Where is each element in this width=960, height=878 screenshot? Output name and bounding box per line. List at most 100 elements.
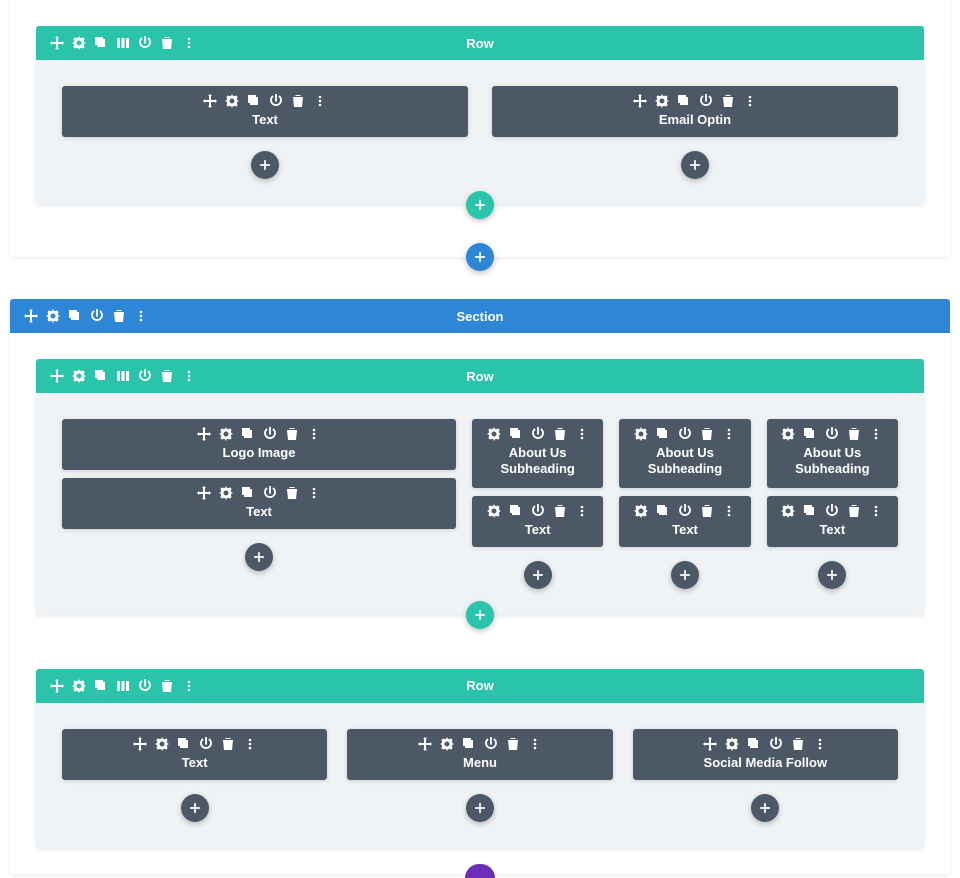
trash-icon[interactable]	[285, 427, 299, 441]
menu-icon[interactable]	[182, 369, 196, 383]
menu-icon[interactable]	[134, 309, 148, 323]
module-text[interactable]: Text	[62, 86, 468, 137]
chevron-up-icon[interactable]	[910, 36, 924, 50]
module-social-media-follow[interactable]: Social Media Follow	[633, 729, 898, 780]
trash-icon[interactable]	[700, 427, 714, 441]
trash-icon[interactable]	[791, 737, 805, 751]
move-icon[interactable]	[24, 309, 38, 323]
gear-icon[interactable]	[487, 504, 501, 518]
gear-icon[interactable]	[781, 504, 795, 518]
menu-icon[interactable]	[722, 504, 736, 518]
menu-icon[interactable]	[813, 737, 827, 751]
row-header[interactable]: Row	[36, 26, 924, 60]
gear-icon[interactable]	[219, 427, 233, 441]
power-icon[interactable]	[678, 427, 692, 441]
duplicate-icon[interactable]	[68, 309, 82, 323]
gear-icon[interactable]	[219, 486, 233, 500]
trash-icon[interactable]	[160, 369, 174, 383]
duplicate-icon[interactable]	[803, 504, 817, 518]
menu-icon[interactable]	[182, 679, 196, 693]
module-text[interactable]: Text	[767, 496, 898, 547]
power-icon[interactable]	[138, 36, 152, 50]
power-icon[interactable]	[138, 679, 152, 693]
module-logo-image[interactable]: Logo Image	[62, 419, 456, 470]
duplicate-icon[interactable]	[462, 737, 476, 751]
gear-icon[interactable]	[72, 679, 86, 693]
gear-icon[interactable]	[440, 737, 454, 751]
duplicate-icon[interactable]	[656, 427, 670, 441]
row-header[interactable]: Row	[36, 669, 924, 703]
menu-icon[interactable]	[722, 427, 736, 441]
menu-icon[interactable]	[307, 427, 321, 441]
add-row-button[interactable]	[466, 191, 494, 219]
fab-peek[interactable]	[465, 864, 495, 878]
add-module-button[interactable]	[181, 794, 209, 822]
duplicate-icon[interactable]	[94, 36, 108, 50]
chevron-up-icon[interactable]	[910, 369, 924, 383]
move-icon[interactable]	[50, 679, 64, 693]
trash-icon[interactable]	[285, 486, 299, 500]
columns-icon[interactable]	[116, 36, 130, 50]
module-email-optin[interactable]: Email Optin	[492, 86, 898, 137]
module-text[interactable]: Text	[619, 496, 750, 547]
trash-icon[interactable]	[553, 427, 567, 441]
menu-icon[interactable]	[313, 94, 327, 108]
duplicate-icon[interactable]	[803, 427, 817, 441]
power-icon[interactable]	[825, 504, 839, 518]
gear-icon[interactable]	[487, 427, 501, 441]
menu-icon[interactable]	[575, 504, 589, 518]
add-module-button[interactable]	[671, 561, 699, 589]
move-icon[interactable]	[633, 94, 647, 108]
duplicate-icon[interactable]	[747, 737, 761, 751]
add-module-button[interactable]	[751, 794, 779, 822]
move-icon[interactable]	[50, 369, 64, 383]
power-icon[interactable]	[199, 737, 213, 751]
duplicate-icon[interactable]	[677, 94, 691, 108]
power-icon[interactable]	[263, 427, 277, 441]
duplicate-icon[interactable]	[94, 369, 108, 383]
trash-icon[interactable]	[112, 309, 126, 323]
trash-icon[interactable]	[721, 94, 735, 108]
gear-icon[interactable]	[155, 737, 169, 751]
module-text[interactable]: Text	[472, 496, 603, 547]
power-icon[interactable]	[678, 504, 692, 518]
add-section-button[interactable]	[466, 243, 494, 271]
duplicate-icon[interactable]	[241, 427, 255, 441]
gear-icon[interactable]	[655, 94, 669, 108]
add-row-button[interactable]	[466, 601, 494, 629]
add-module-button[interactable]	[245, 543, 273, 571]
row-header[interactable]: Row	[36, 359, 924, 393]
gear-icon[interactable]	[634, 504, 648, 518]
gear-icon[interactable]	[46, 309, 60, 323]
module-about-us-subheading[interactable]: About UsSubheading	[472, 419, 603, 488]
module-text[interactable]: Text	[62, 729, 327, 780]
gear-icon[interactable]	[725, 737, 739, 751]
power-icon[interactable]	[699, 94, 713, 108]
power-icon[interactable]	[769, 737, 783, 751]
module-menu[interactable]: Menu	[347, 729, 612, 780]
trash-icon[interactable]	[700, 504, 714, 518]
trash-icon[interactable]	[553, 504, 567, 518]
menu-icon[interactable]	[743, 94, 757, 108]
power-icon[interactable]	[269, 94, 283, 108]
gear-icon[interactable]	[634, 427, 648, 441]
trash-icon[interactable]	[221, 737, 235, 751]
move-icon[interactable]	[703, 737, 717, 751]
module-about-us-subheading[interactable]: About UsSubheading	[619, 419, 750, 488]
duplicate-icon[interactable]	[177, 737, 191, 751]
chevron-up-icon[interactable]	[910, 679, 924, 693]
power-icon[interactable]	[484, 737, 498, 751]
move-icon[interactable]	[50, 36, 64, 50]
section-header[interactable]: Section	[10, 299, 950, 333]
menu-icon[interactable]	[869, 427, 883, 441]
menu-icon[interactable]	[575, 427, 589, 441]
move-icon[interactable]	[197, 486, 211, 500]
power-icon[interactable]	[263, 486, 277, 500]
module-text[interactable]: Text	[62, 478, 456, 529]
add-module-button[interactable]	[251, 151, 279, 179]
chevron-up-icon[interactable]	[936, 309, 950, 323]
trash-icon[interactable]	[160, 679, 174, 693]
columns-icon[interactable]	[116, 369, 130, 383]
trash-icon[interactable]	[847, 504, 861, 518]
gear-icon[interactable]	[225, 94, 239, 108]
